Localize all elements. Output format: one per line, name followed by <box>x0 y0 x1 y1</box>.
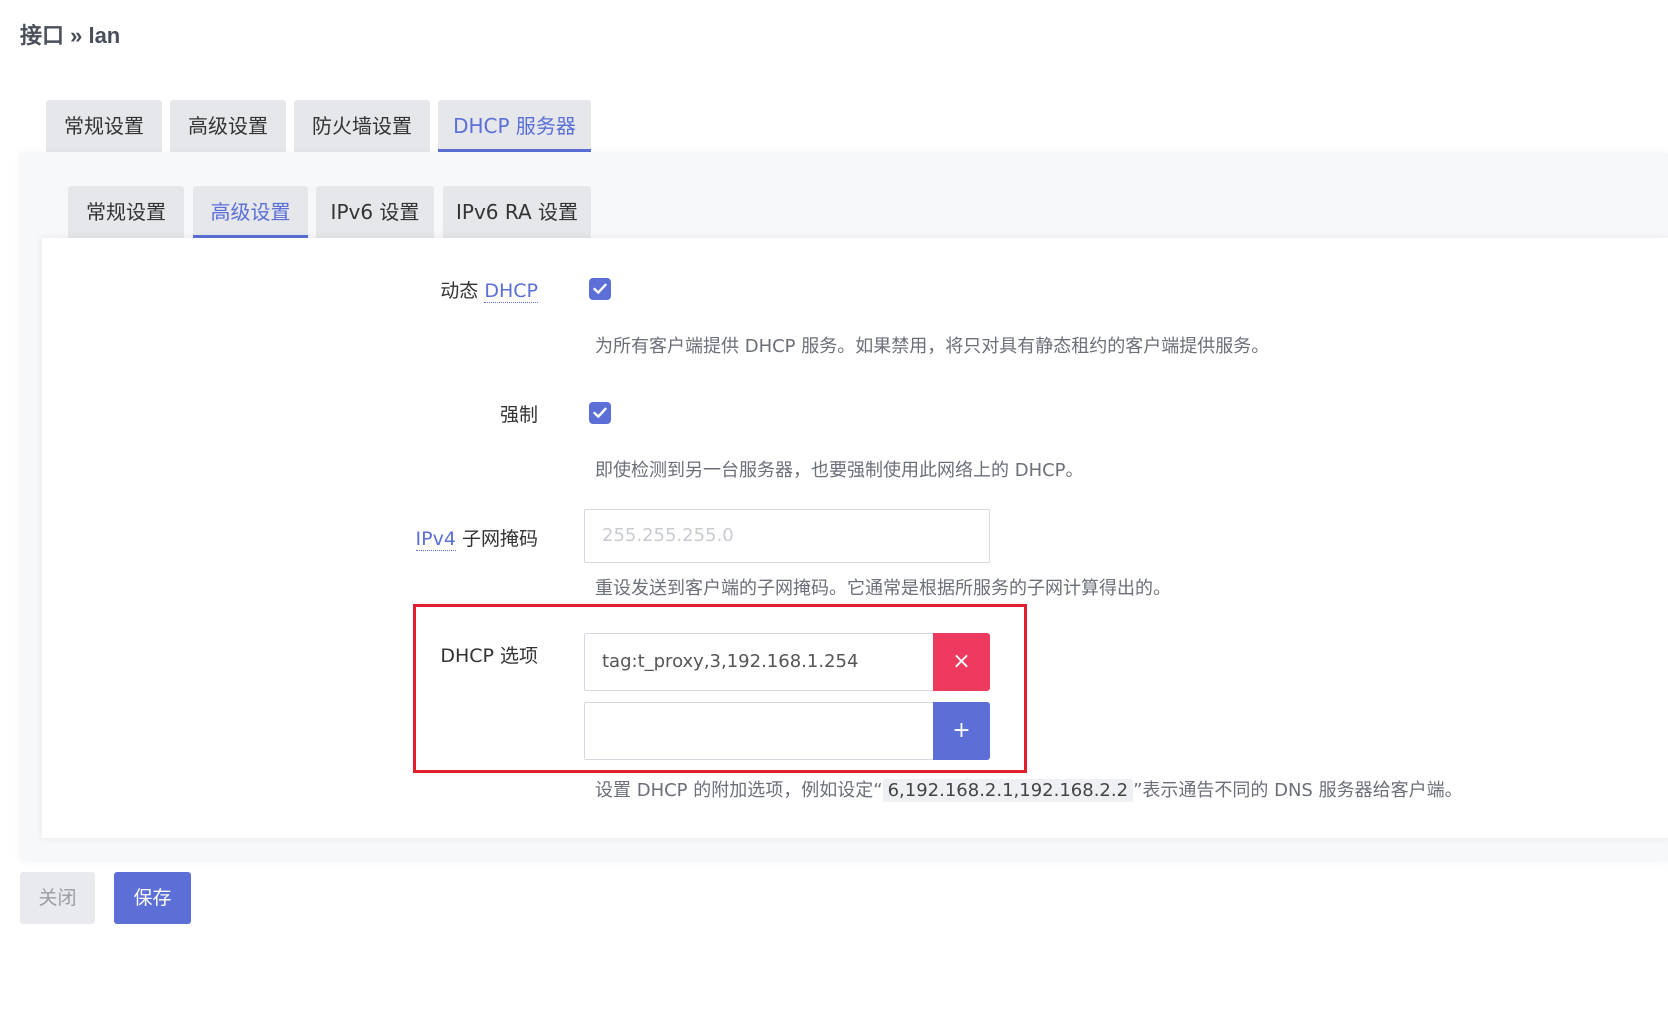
dhcp-abbr: DHCP <box>484 280 538 303</box>
ipv4-netmask-label: IPv4 子网掩码 <box>238 524 538 551</box>
tab-label: 高级设置 <box>210 200 291 224</box>
tab-label: IPv6 RA 设置 <box>455 200 578 224</box>
remove-option-button[interactable]: × <box>933 633 990 691</box>
tab-label: 高级设置 <box>188 114 268 138</box>
force-label: 强制 <box>499 404 538 426</box>
breadcrumb: 接口 » lan <box>20 23 121 48</box>
subtab-ipv6-settings[interactable]: IPv6 设置 <box>316 186 434 238</box>
ipv4-abbr: IPv4 <box>415 528 456 551</box>
example-code: 6,192.168.2.1,192.168.2.2 <box>882 779 1134 802</box>
ipv4-netmask-input[interactable]: 255.255.255.0 <box>584 509 990 563</box>
subtab-general-settings[interactable]: 常规设置 <box>68 186 184 238</box>
dhcp-option-input[interactable]: tag:t_proxy,3,192.168.1.254 <box>584 633 936 691</box>
tab-label: DHCP 服务器 <box>453 114 576 138</box>
desc-text: 设置 DHCP 的附加选项，例如设定“ <box>595 780 883 801</box>
dhcp-options-label: DHCP 选项 <box>440 645 538 667</box>
dynamic-dhcp-label: 动态 DHCP <box>238 276 538 303</box>
save-button[interactable]: 保存 <box>114 872 191 924</box>
close-button[interactable]: 关闭 <box>20 872 95 924</box>
tab-label: 防火墙设置 <box>312 114 412 138</box>
tab-advanced-settings[interactable]: 高级设置 <box>170 100 286 152</box>
add-option-button[interactable]: + <box>933 702 990 760</box>
top-bar: 接口 » lan <box>0 0 1668 68</box>
plus-icon: + <box>952 718 971 743</box>
desc-text: ”表示通告不同的 DNS 服务器给客户端。 <box>1133 780 1463 801</box>
tab-label: IPv6 设置 <box>330 200 420 224</box>
force-checkbox[interactable] <box>589 402 611 424</box>
force-description: 即使检测到另一台服务器，也要强制使用此网络上的 DHCP。 <box>595 460 1084 481</box>
close-icon: × <box>952 649 971 674</box>
tab-general-settings[interactable]: 常规设置 <box>46 100 162 152</box>
subtab-advanced-settings[interactable]: 高级设置 <box>193 186 308 238</box>
check-icon <box>593 407 607 418</box>
tab-firewall-settings[interactable]: 防火墙设置 <box>294 100 430 152</box>
check-icon <box>593 283 607 294</box>
dhcp-options-description: 设置 DHCP 的附加选项，例如设定“ 6,192.168.2.1,192.168… <box>595 776 1463 802</box>
label-text: 子网掩码 <box>455 528 538 550</box>
subtab-ipv6-ra-settings[interactable]: IPv6 RA 设置 <box>443 186 591 238</box>
tab-label: 常规设置 <box>64 114 144 138</box>
label-text: 动态 <box>440 280 485 302</box>
ipv4-netmask-description: 重设发送到客户端的子网掩码。它通常是根据所服务的子网计算得出的。 <box>595 578 1171 599</box>
tab-label: 常规设置 <box>86 200 166 224</box>
tab-dhcp-server[interactable]: DHCP 服务器 <box>438 100 591 152</box>
dynamic-dhcp-description: 为所有客户端提供 DHCP 服务。如果禁用，将只对具有静态租约的客户端提供服务。 <box>595 336 1270 357</box>
dynamic-dhcp-checkbox[interactable] <box>589 278 611 300</box>
new-dhcp-option-input[interactable] <box>584 702 936 760</box>
